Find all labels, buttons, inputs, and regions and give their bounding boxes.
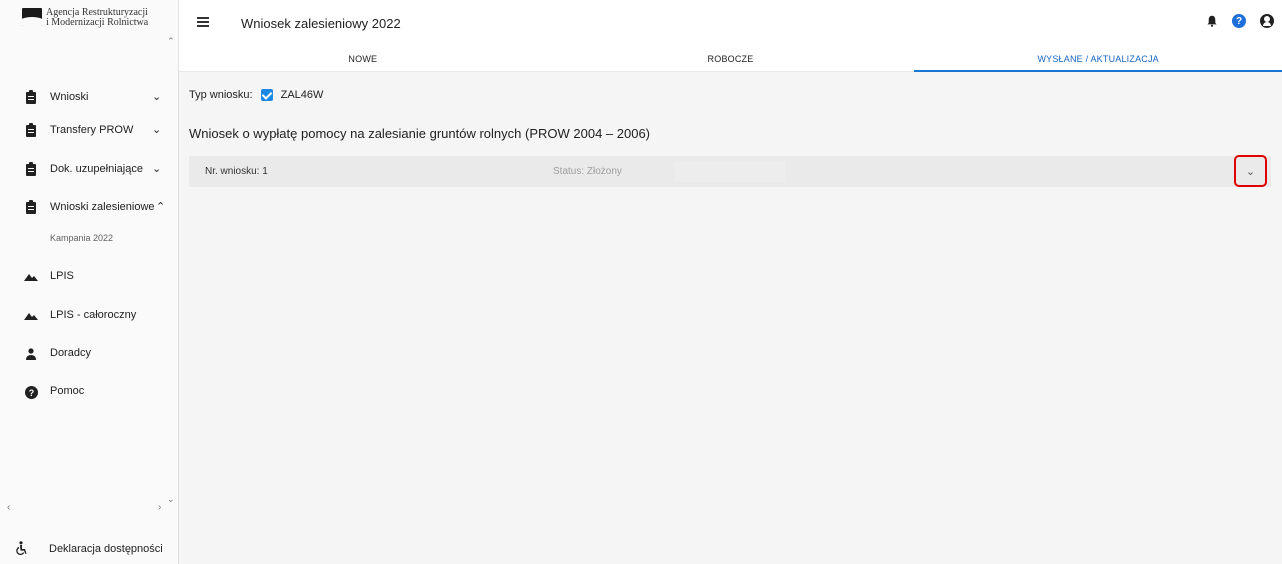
sidebar-item-dok-uzupelniajace[interactable]: Dok. uzupełniające ⌄ xyxy=(0,158,179,182)
sidebar-item-pomoc[interactable]: ? Pomoc xyxy=(0,380,179,404)
clipboard-icon xyxy=(24,90,38,106)
brand-line2: i Modernizacji Rolnictwa xyxy=(46,17,149,28)
scroll-left-icon[interactable]: ‹ xyxy=(7,502,10,513)
sidebar-item-wnioski[interactable]: Wnioski ⌄ xyxy=(0,86,179,110)
person-icon xyxy=(24,346,38,362)
sidebar-subitem-kampania[interactable]: Kampania 2022 xyxy=(50,233,113,243)
sidebar-item-label: Wnioski zalesieniowe xyxy=(50,201,155,213)
expand-row-button[interactable]: ⌄ xyxy=(1234,155,1267,187)
accessibility-label: Deklaracja dostępności xyxy=(49,543,163,555)
tab-wyslane-aktualizacja[interactable]: WYSŁANE / AKTUALIZACJA xyxy=(914,47,1282,72)
menu-icon[interactable] xyxy=(197,17,209,27)
type-label: Typ wniosku: xyxy=(189,89,253,101)
terrain-icon xyxy=(24,269,38,285)
sidebar-item-doradcy[interactable]: Doradcy xyxy=(0,342,179,366)
accessibility-icon xyxy=(16,541,28,558)
application-number: Nr. wniosku: 1 xyxy=(205,166,268,177)
application-status: Status: Złożony xyxy=(553,166,622,177)
sidebar-item-label: Transfery PROW xyxy=(50,124,134,136)
tab-robocze[interactable]: ROBOCZE xyxy=(547,47,915,71)
scroll-right-icon[interactable]: › xyxy=(158,502,161,513)
sidebar-item-label: Doradcy xyxy=(50,347,91,359)
clipboard-icon xyxy=(24,162,38,178)
sidebar: Agencja Restrukturyzacji i Modernizacji … xyxy=(0,0,179,564)
page-title: Wniosek zalesieniowy 2022 xyxy=(241,16,401,31)
chevron-down-icon: ⌄ xyxy=(152,91,162,103)
application-placeholder xyxy=(675,161,785,182)
clipboard-icon xyxy=(24,200,38,216)
chevron-down-icon: ⌄ xyxy=(152,124,162,136)
help-icon: ? xyxy=(24,384,38,400)
horizontal-scrollbar[interactable]: ‹ › xyxy=(0,502,179,516)
arimr-logo[interactable]: Agencja Restrukturyzacji i Modernizacji … xyxy=(22,8,148,28)
type-checkbox[interactable] xyxy=(260,89,273,101)
sidebar-item-transfery-prow[interactable]: Transfery PROW ⌄ xyxy=(0,119,179,143)
application-row[interactable]: Nr. wniosku: 1 Status: Złożony xyxy=(189,156,1271,187)
svg-text:?: ? xyxy=(28,388,34,398)
sidebar-item-lpis[interactable]: LPIS xyxy=(0,265,179,289)
scroll-up-icon[interactable]: ⌃ xyxy=(167,36,175,47)
clipboard-icon xyxy=(24,123,38,139)
chevron-down-icon: ⌄ xyxy=(1245,165,1256,178)
account-icon[interactable] xyxy=(1260,14,1274,28)
sidebar-item-label: Pomoc xyxy=(50,385,85,397)
tab-nowe[interactable]: NOWE xyxy=(179,47,547,71)
logo-icon xyxy=(22,8,42,26)
sidebar-item-lpis-caloroczny[interactable]: LPIS - całoroczny xyxy=(0,304,179,328)
terrain-icon xyxy=(24,308,38,324)
sidebar-item-label: LPIS - całoroczny xyxy=(50,309,137,321)
help-icon[interactable]: ? xyxy=(1232,14,1246,28)
sidebar-item-label: LPIS xyxy=(50,270,74,282)
sidebar-item-label: Wnioski xyxy=(50,91,89,103)
sidebar-item-wnioski-zalesieniowe[interactable]: Wnioski zalesieniowe ⌃ xyxy=(0,196,179,220)
chevron-up-icon: ⌃ xyxy=(156,201,166,213)
chevron-down-icon: ⌄ xyxy=(152,163,162,175)
type-value: ZAL46W xyxy=(280,89,324,101)
section-title: Wniosek o wypłatę pomocy na zalesianie g… xyxy=(189,126,651,141)
tab-bar: NOWE ROBOCZE WYSŁANE / AKTUALIZACJA xyxy=(179,47,1282,72)
accessibility-declaration-link[interactable]: Deklaracja dostępności xyxy=(0,536,179,564)
application-type-filter: Typ wniosku: ZAL46W xyxy=(189,89,323,101)
sidebar-item-label: Dok. uzupełniające xyxy=(50,163,143,175)
notification-bell-icon[interactable] xyxy=(1206,15,1218,27)
app-header: Wniosek zalesieniowy 2022 ? xyxy=(179,0,1282,47)
